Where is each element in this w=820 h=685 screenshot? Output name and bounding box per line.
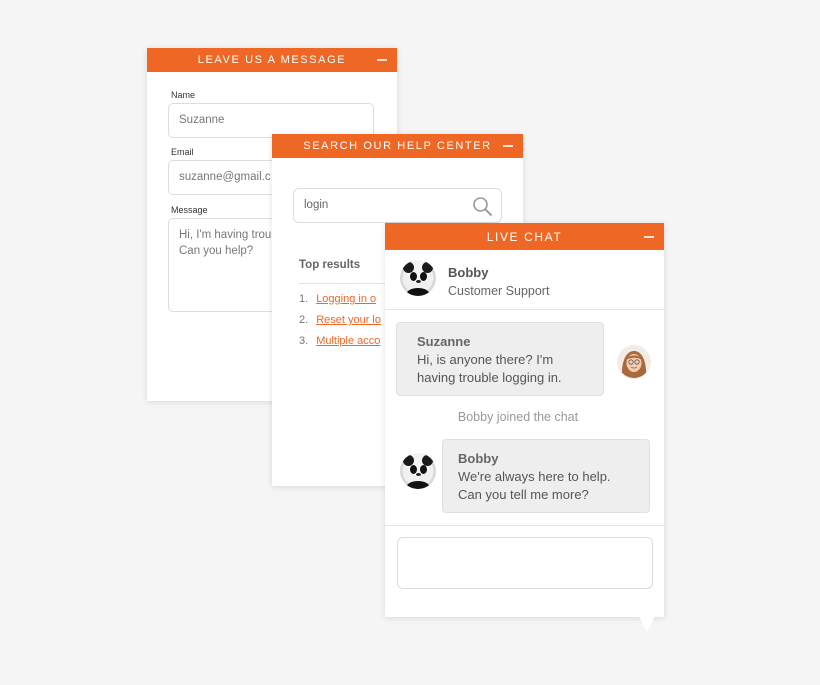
message-author: Bobby — [458, 451, 499, 466]
top-results-heading: Top results — [299, 259, 361, 271]
message-text-line: having trouble logging in. — [417, 370, 562, 385]
minimize-icon[interactable] — [644, 236, 654, 238]
minimize-icon[interactable] — [377, 59, 387, 61]
message-text-line: We're always here to help. — [458, 469, 611, 484]
result-number: 1. — [299, 293, 309, 305]
live-chat-widget: LIVE CHAT Bobby Customer Support Suzanne… — [385, 223, 664, 632]
name-field[interactable]: Suzanne — [168, 103, 374, 138]
email-label: Email — [171, 147, 194, 157]
leave-message-title: LEAVE US A MESSAGE — [197, 54, 347, 66]
agent-role: Customer Support — [448, 284, 550, 298]
divider — [385, 525, 664, 526]
result-item: 2. Reset your lo — [299, 314, 381, 326]
message-author: Suzanne — [417, 334, 471, 349]
result-number: 2. — [299, 314, 309, 326]
name-value: Suzanne — [179, 114, 225, 126]
user-avatar — [617, 345, 651, 379]
agent-avatar — [400, 453, 436, 489]
live-chat-header[interactable]: LIVE CHAT — [385, 223, 664, 250]
email-value: suzanne@gmail.c — [179, 171, 271, 183]
result-item: 1. Logging in o — [299, 293, 376, 305]
search-icon[interactable] — [472, 196, 493, 217]
help-search-input[interactable]: login — [293, 188, 502, 223]
minimize-icon[interactable] — [503, 145, 513, 147]
result-link[interactable]: Logging in o — [316, 293, 376, 305]
result-number: 3. — [299, 335, 309, 347]
search-value: login — [304, 199, 329, 211]
message-text-line: Hi, is anyone there? I'm — [417, 352, 554, 367]
agent-name: Bobby — [448, 265, 489, 280]
help-center-header[interactable]: SEARCH OUR HELP CENTER — [272, 134, 523, 158]
message-label: Message — [171, 205, 208, 215]
user-message-bubble: Suzanne Hi, is anyone there? I'm having … — [396, 322, 604, 396]
result-item: 3. Multiple acco — [299, 335, 380, 347]
system-notice: Bobby joined the chat — [457, 410, 579, 424]
live-chat-title: LIVE CHAT — [486, 230, 563, 244]
divider — [299, 283, 386, 284]
agent-info: Bobby Customer Support — [385, 251, 664, 310]
agent-message-bubble: Bobby We're always here to help. Can you… — [442, 439, 650, 513]
agent-avatar — [400, 260, 436, 296]
help-center-title: SEARCH OUR HELP CENTER — [303, 140, 492, 152]
chat-message-input[interactable] — [397, 537, 653, 589]
name-label: Name — [171, 90, 196, 100]
leave-message-header[interactable]: LEAVE US A MESSAGE — [147, 48, 397, 72]
result-link[interactable]: Reset your lo — [316, 314, 381, 326]
chat-pointer — [639, 616, 655, 632]
result-link[interactable]: Multiple acco — [316, 335, 380, 347]
message-text-line: Can you tell me more? — [458, 487, 589, 502]
